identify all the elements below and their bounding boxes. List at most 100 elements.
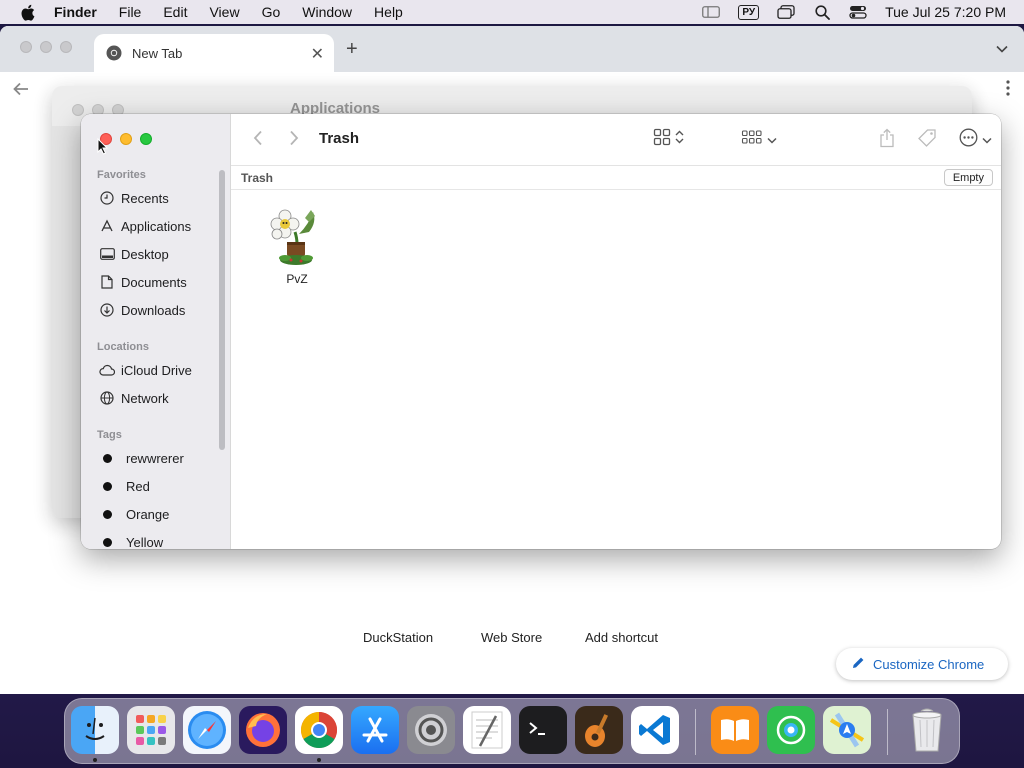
view-mode-button[interactable] bbox=[653, 128, 684, 151]
dock-firefox[interactable] bbox=[239, 706, 287, 754]
sidebar-tag-orange[interactable]: Orange bbox=[99, 504, 169, 524]
new-tab-button[interactable]: + bbox=[346, 38, 358, 61]
maps-icon bbox=[829, 712, 865, 748]
dock-books[interactable] bbox=[711, 706, 759, 754]
menu-help[interactable]: Help bbox=[374, 4, 403, 20]
window-icon[interactable] bbox=[777, 5, 795, 19]
dock-finder[interactable] bbox=[71, 706, 119, 754]
running-indicator bbox=[93, 758, 97, 762]
menu-window[interactable]: Window bbox=[302, 4, 352, 20]
sidebar-item-label: Orange bbox=[126, 506, 170, 522]
chrome-minimize-button[interactable] bbox=[40, 41, 52, 53]
dock-app-store[interactable] bbox=[351, 706, 399, 754]
dock-maps[interactable] bbox=[823, 706, 871, 754]
shortcut-duckstation[interactable]: DuckStation bbox=[363, 630, 433, 645]
dock-textedit[interactable] bbox=[463, 706, 511, 754]
finder-face-icon bbox=[85, 717, 105, 740]
forward-chevron-icon[interactable] bbox=[289, 130, 299, 151]
finder-sidebar: Favorites Recents Applications Desktop D… bbox=[81, 114, 231, 549]
shortcut-web-store[interactable]: Web Store bbox=[481, 630, 542, 645]
menu-clock[interactable]: Tue Jul 25 7:20 PM bbox=[885, 4, 1006, 20]
pvz-app-icon bbox=[265, 204, 329, 268]
menu-app-name[interactable]: Finder bbox=[54, 4, 97, 20]
ellipsis-circle-icon bbox=[959, 128, 978, 152]
tab-new-tab[interactable]: New Tab ✕ bbox=[94, 34, 334, 72]
file-item-pvz[interactable]: PvZ bbox=[265, 204, 329, 286]
shortcut-add[interactable]: Add shortcut bbox=[585, 630, 658, 645]
sidebar-item-label: rewwrerer bbox=[126, 450, 184, 466]
tab-search-chevron-icon[interactable] bbox=[996, 40, 1008, 58]
sidebar-item-desktop[interactable]: Desktop bbox=[99, 244, 169, 264]
sidebar-item-label: Red bbox=[126, 478, 150, 494]
action-menu-button[interactable] bbox=[959, 128, 992, 152]
browser-back-icon[interactable] bbox=[12, 80, 30, 103]
chrome-tab-strip: New Tab ✕ + bbox=[0, 26, 1024, 72]
dock-terminal[interactable] bbox=[519, 706, 567, 754]
group-by-button[interactable] bbox=[741, 128, 777, 151]
sidebar-item-label: Documents bbox=[121, 274, 187, 290]
dock bbox=[64, 698, 960, 764]
sidebar-section-locations: Locations bbox=[97, 341, 149, 353]
dock-separator bbox=[695, 709, 696, 755]
control-center-icon[interactable] bbox=[849, 5, 867, 19]
share-icon[interactable] bbox=[879, 128, 895, 148]
menu-bar: Finder File Edit View Go Window Help РУ … bbox=[0, 0, 1024, 24]
sidebar-section-favorites: Favorites bbox=[97, 169, 146, 181]
zoom-button[interactable] bbox=[140, 133, 152, 145]
back-chevron-icon[interactable] bbox=[253, 130, 263, 151]
textedit-page-icon bbox=[471, 711, 503, 749]
customize-chrome-button[interactable]: Customize Chrome bbox=[836, 648, 1008, 680]
chrome-menu-icon[interactable] bbox=[1006, 80, 1010, 101]
empty-trash-button[interactable]: Empty bbox=[943, 169, 993, 186]
spotlight-icon[interactable] bbox=[813, 4, 831, 20]
dock-trash[interactable] bbox=[903, 706, 951, 754]
dock-chrome[interactable] bbox=[295, 706, 343, 754]
sidebar-item-recents[interactable]: Recents bbox=[99, 188, 169, 208]
open-book-icon bbox=[721, 719, 749, 741]
sidebar-icon[interactable] bbox=[702, 5, 721, 19]
dock-garageband[interactable] bbox=[575, 706, 623, 754]
tab-close-icon[interactable]: ✕ bbox=[311, 44, 324, 64]
launchpad-grid-icon bbox=[136, 715, 166, 745]
sidebar-item-network[interactable]: Network bbox=[99, 388, 169, 408]
input-source-icon[interactable]: РУ bbox=[738, 4, 760, 20]
sidebar-item-documents[interactable]: Documents bbox=[99, 272, 187, 292]
dock-launchpad[interactable] bbox=[127, 706, 175, 754]
dock-system-settings[interactable] bbox=[407, 706, 455, 754]
menu-file[interactable]: File bbox=[119, 4, 142, 20]
chrome-close-button[interactable] bbox=[20, 41, 32, 53]
sidebar-item-label: Desktop bbox=[121, 246, 169, 262]
customize-chrome-label: Customize Chrome bbox=[873, 656, 985, 672]
icon-grid-icon bbox=[653, 128, 671, 151]
firefox-icon bbox=[246, 713, 280, 747]
sidebar-tag-red[interactable]: Red bbox=[99, 476, 150, 496]
safari-compass-icon bbox=[188, 711, 226, 749]
find-my-icon bbox=[776, 715, 806, 745]
chrome-logo-icon bbox=[300, 712, 338, 749]
sidebar-item-applications[interactable]: Applications bbox=[99, 216, 191, 236]
vscode-icon bbox=[639, 715, 670, 745]
dock-vscode[interactable] bbox=[631, 706, 679, 754]
sidebar-item-icloud-drive[interactable]: iCloud Drive bbox=[99, 360, 192, 380]
menu-go[interactable]: Go bbox=[262, 4, 281, 20]
dock-safari[interactable] bbox=[183, 706, 231, 754]
sidebar-tag-yellow[interactable]: Yellow bbox=[99, 532, 163, 549]
sidebar-item-label: iCloud Drive bbox=[121, 362, 192, 378]
up-down-chevron-icon bbox=[675, 130, 684, 149]
chrome-zoom-button[interactable] bbox=[60, 41, 72, 53]
tag-dot-icon bbox=[103, 537, 112, 547]
tag-dot-icon bbox=[103, 453, 112, 463]
mouse-cursor-icon bbox=[97, 137, 109, 160]
dock-find-my[interactable] bbox=[767, 706, 815, 754]
sidebar-item-downloads[interactable]: Downloads bbox=[99, 300, 185, 320]
minimize-button[interactable] bbox=[120, 133, 132, 145]
sidebar-scrollbar[interactable] bbox=[219, 170, 225, 450]
applications-icon bbox=[99, 218, 115, 234]
menu-view[interactable]: View bbox=[209, 4, 239, 20]
tag-icon[interactable] bbox=[917, 128, 937, 148]
menu-edit[interactable]: Edit bbox=[163, 4, 187, 20]
pencil-icon bbox=[852, 656, 865, 672]
sidebar-tag-rewwrerer[interactable]: rewwrerer bbox=[99, 448, 184, 468]
group-grid-icon bbox=[741, 128, 763, 151]
apple-menu-icon[interactable] bbox=[20, 4, 36, 21]
